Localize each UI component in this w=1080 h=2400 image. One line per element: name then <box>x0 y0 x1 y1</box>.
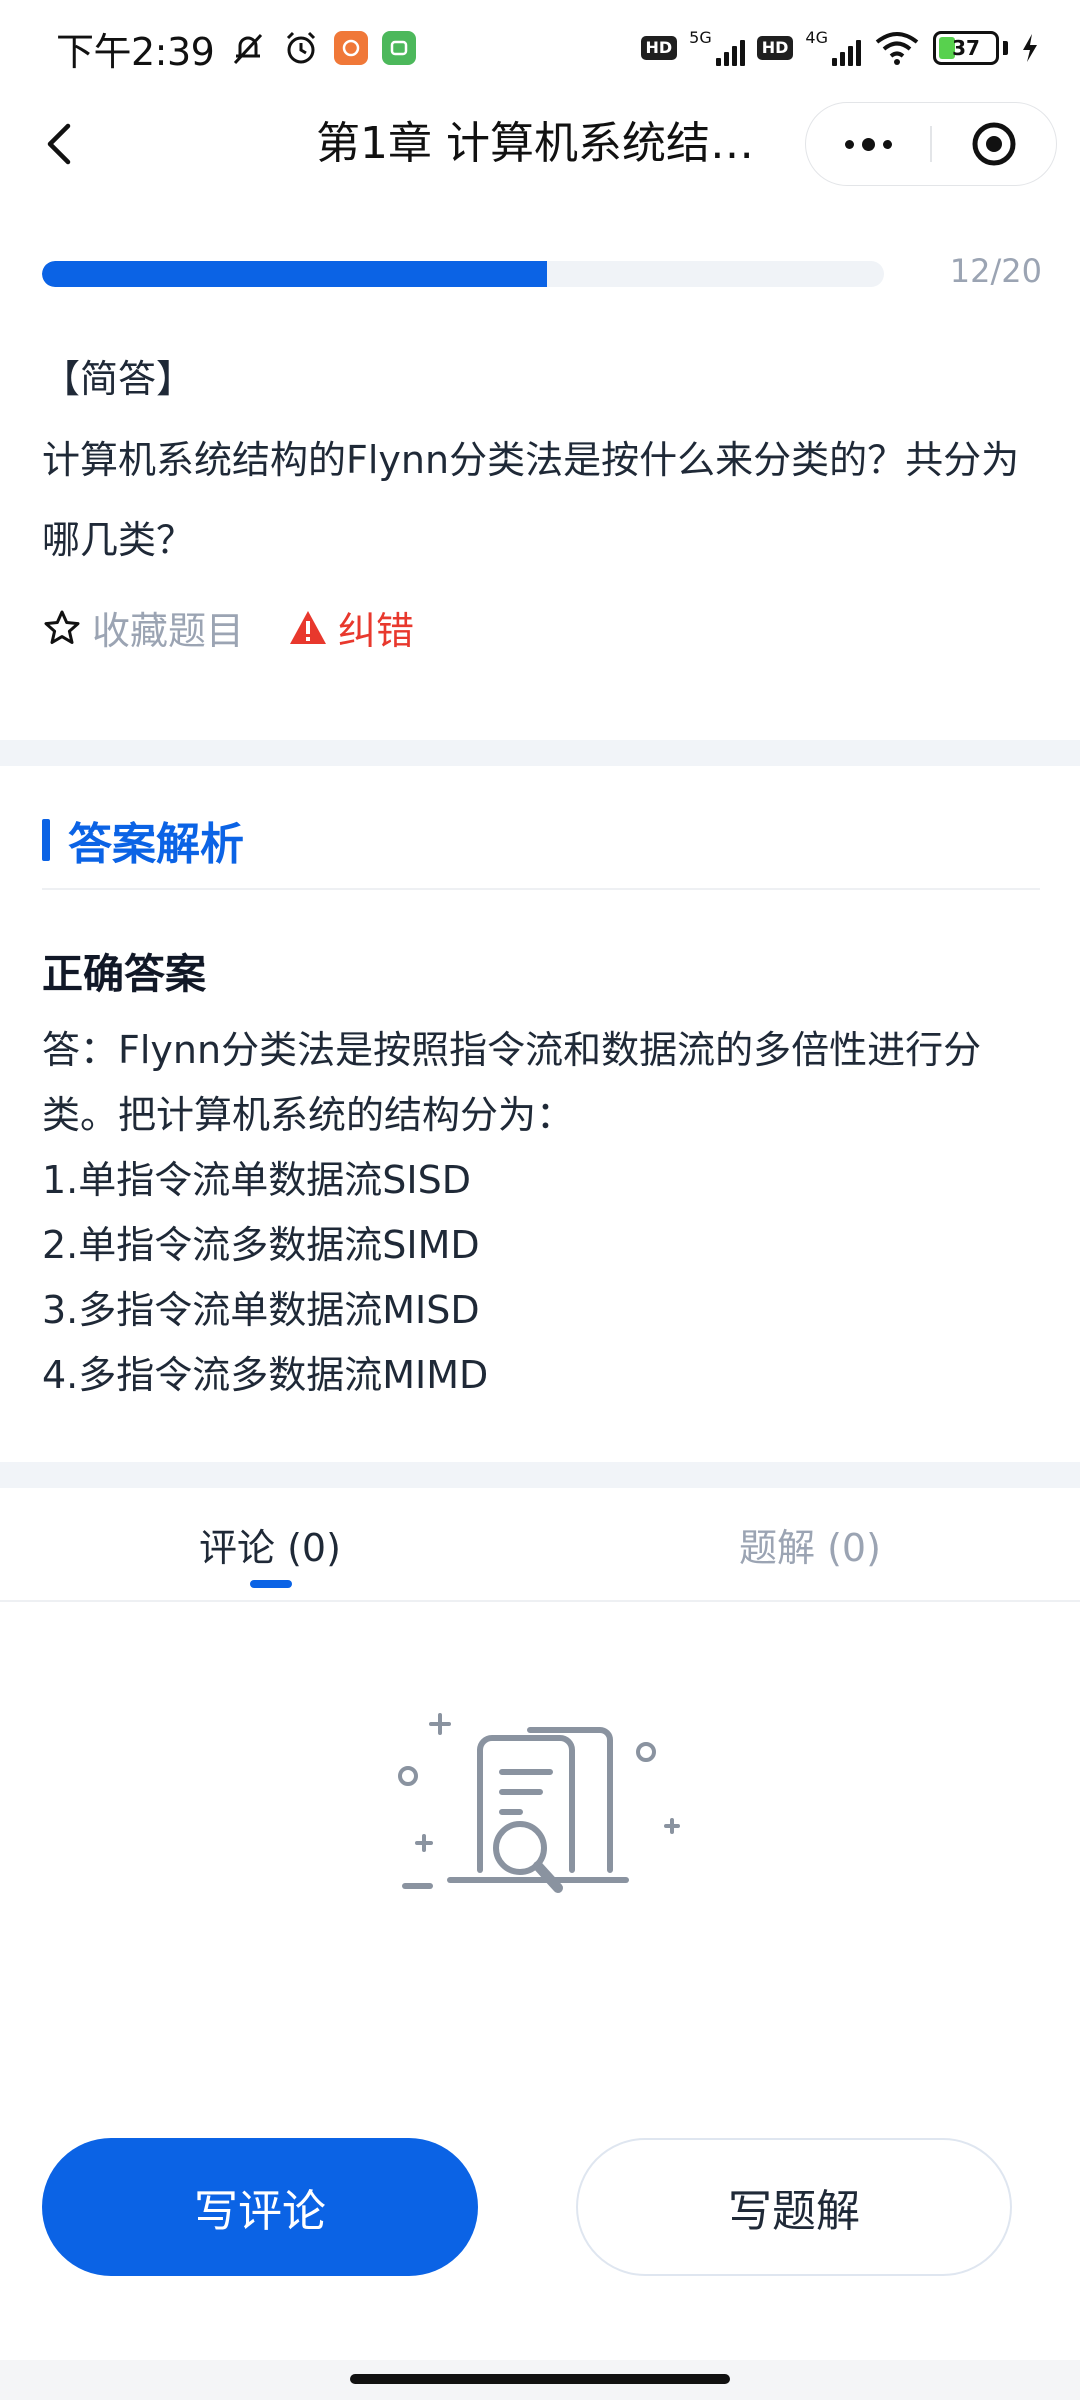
home-indicator[interactable] <box>350 2374 730 2384</box>
write-comment-button[interactable]: 写评论 <box>42 2138 478 2276</box>
more-dots-icon <box>844 137 892 151</box>
star-outline-icon <box>44 610 80 644</box>
correct-answer-label: 正确答案 <box>42 950 206 998</box>
status-right: HD 5G HD 4G 37 <box>640 30 1041 66</box>
chevron-left-icon <box>47 123 71 165</box>
progress-fill <box>42 261 548 287</box>
target-icon <box>972 122 1016 166</box>
status-time: 下午2:39 <box>56 29 215 74</box>
back-button[interactable] <box>30 114 90 174</box>
answer-line: 2.单指令流多数据流SIMD <box>42 1223 480 1267</box>
progress-track <box>42 261 884 287</box>
section-accent-bar <box>42 819 50 861</box>
tab-active-indicator <box>250 1580 292 1588</box>
report-error-button[interactable]: 纠错 <box>288 600 414 655</box>
question-actions: 收藏题目 纠错 <box>42 600 414 655</box>
progress-count: 12/20 <box>949 252 1042 290</box>
empty-document-search-icon <box>398 1713 680 1893</box>
tab-solutions-label: 题解 (0) <box>739 1525 881 1570</box>
status-left: 下午2:39 <box>56 21 417 76</box>
signal-4g: 4G <box>805 30 861 66</box>
question-text: 计算机系统结构的Flynn分类法是按什么来分类的？共分为哪几类？ <box>42 438 1020 562</box>
battery-cap <box>1003 41 1008 55</box>
wifi-icon <box>873 30 921 66</box>
app-notification-icon-2 <box>382 31 417 65</box>
app-notification-icon <box>334 31 369 65</box>
section-separator-2 <box>0 1462 1080 1488</box>
report-error-label: 纠错 <box>338 609 415 653</box>
charging-bolt-icon <box>1020 32 1040 64</box>
favorite-button[interactable]: 收藏题目 <box>42 600 244 655</box>
net-label-4g: 4G <box>805 28 828 47</box>
warning-icon <box>290 610 327 644</box>
answer-body: 答：Flynn分类法是按照指令流和数据流的多倍性进行分 类。把计算机系统的结构分… <box>42 1018 1042 1408</box>
tab-comments-label: 评论 (0) <box>199 1525 341 1570</box>
signal-bars-icon <box>715 36 745 66</box>
answer-line: 答：Flynn分类法是按照指令流和数据流的多倍性进行分 <box>42 1028 982 1072</box>
hd-badge: HD <box>640 36 678 60</box>
hd-badge-2: HD <box>756 36 794 60</box>
answer-line: 4.多指令流多数据流MIMD <box>42 1353 489 1397</box>
answer-line: 1.单指令流单数据流SISD <box>42 1158 471 1202</box>
answer-line: 类。把计算机系统的结构分为： <box>42 1093 575 1137</box>
close-program-button[interactable] <box>932 103 1056 185</box>
progress-row: 12/20 <box>42 252 1042 290</box>
mini-program-capsule <box>805 102 1057 186</box>
answer-line: 3.多指令流单数据流MISD <box>42 1288 480 1332</box>
section-divider <box>42 888 1040 890</box>
battery-level-text: 37 <box>952 36 980 60</box>
status-bar: 下午2:39 HD 5G HD 4G 37 <box>0 0 1080 96</box>
comment-tabs: 评论 (0) 题解 (0) <box>0 1488 1080 1602</box>
answer-section-header: 答案解析 <box>42 808 244 872</box>
favorite-label: 收藏题目 <box>92 609 245 653</box>
battery-indicator: 37 <box>933 31 999 65</box>
signal-bars-icon-2 <box>832 36 861 66</box>
question-type: 【简答】 <box>42 357 195 401</box>
more-button[interactable] <box>806 103 930 185</box>
write-solution-button[interactable]: 写题解 <box>576 2138 1012 2276</box>
nav-bar: 第1章 计算机系统结构的基本概念 <box>0 96 1080 192</box>
net-label-5g: 5G <box>689 28 712 47</box>
answer-section-title: 答案解析 <box>68 819 244 870</box>
signal-5g: 5G <box>689 30 745 66</box>
alarm-icon <box>282 29 320 67</box>
mute-bell-icon <box>228 28 268 68</box>
page-title: 第1章 计算机系统结构的基本概念 <box>316 118 776 169</box>
tab-solutions[interactable]: 题解 (0) <box>540 1488 1080 1600</box>
section-separator <box>0 740 1080 766</box>
